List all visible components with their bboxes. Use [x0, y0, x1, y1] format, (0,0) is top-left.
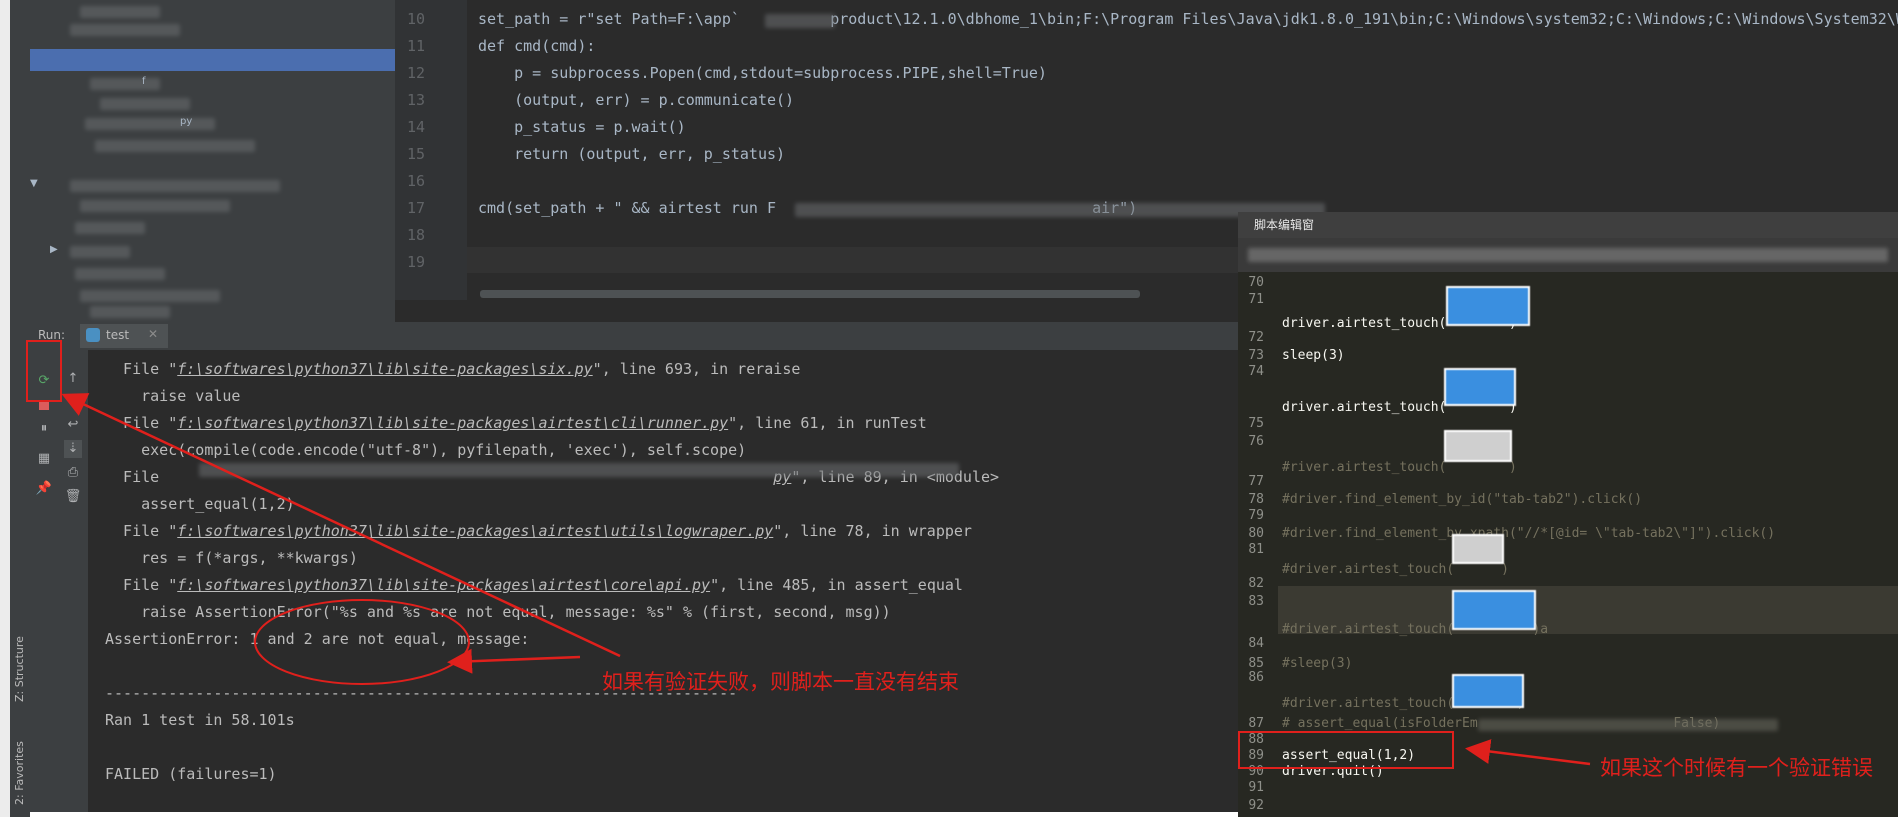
annotation-arrow-to-stop [61, 393, 621, 658]
annotation-overlay [61, 393, 1591, 766]
annotation-arrow-to-assert [1465, 739, 1591, 766]
annotation-arrow-to-error [447, 648, 581, 674]
annotation-ellipse [254, 599, 470, 685]
